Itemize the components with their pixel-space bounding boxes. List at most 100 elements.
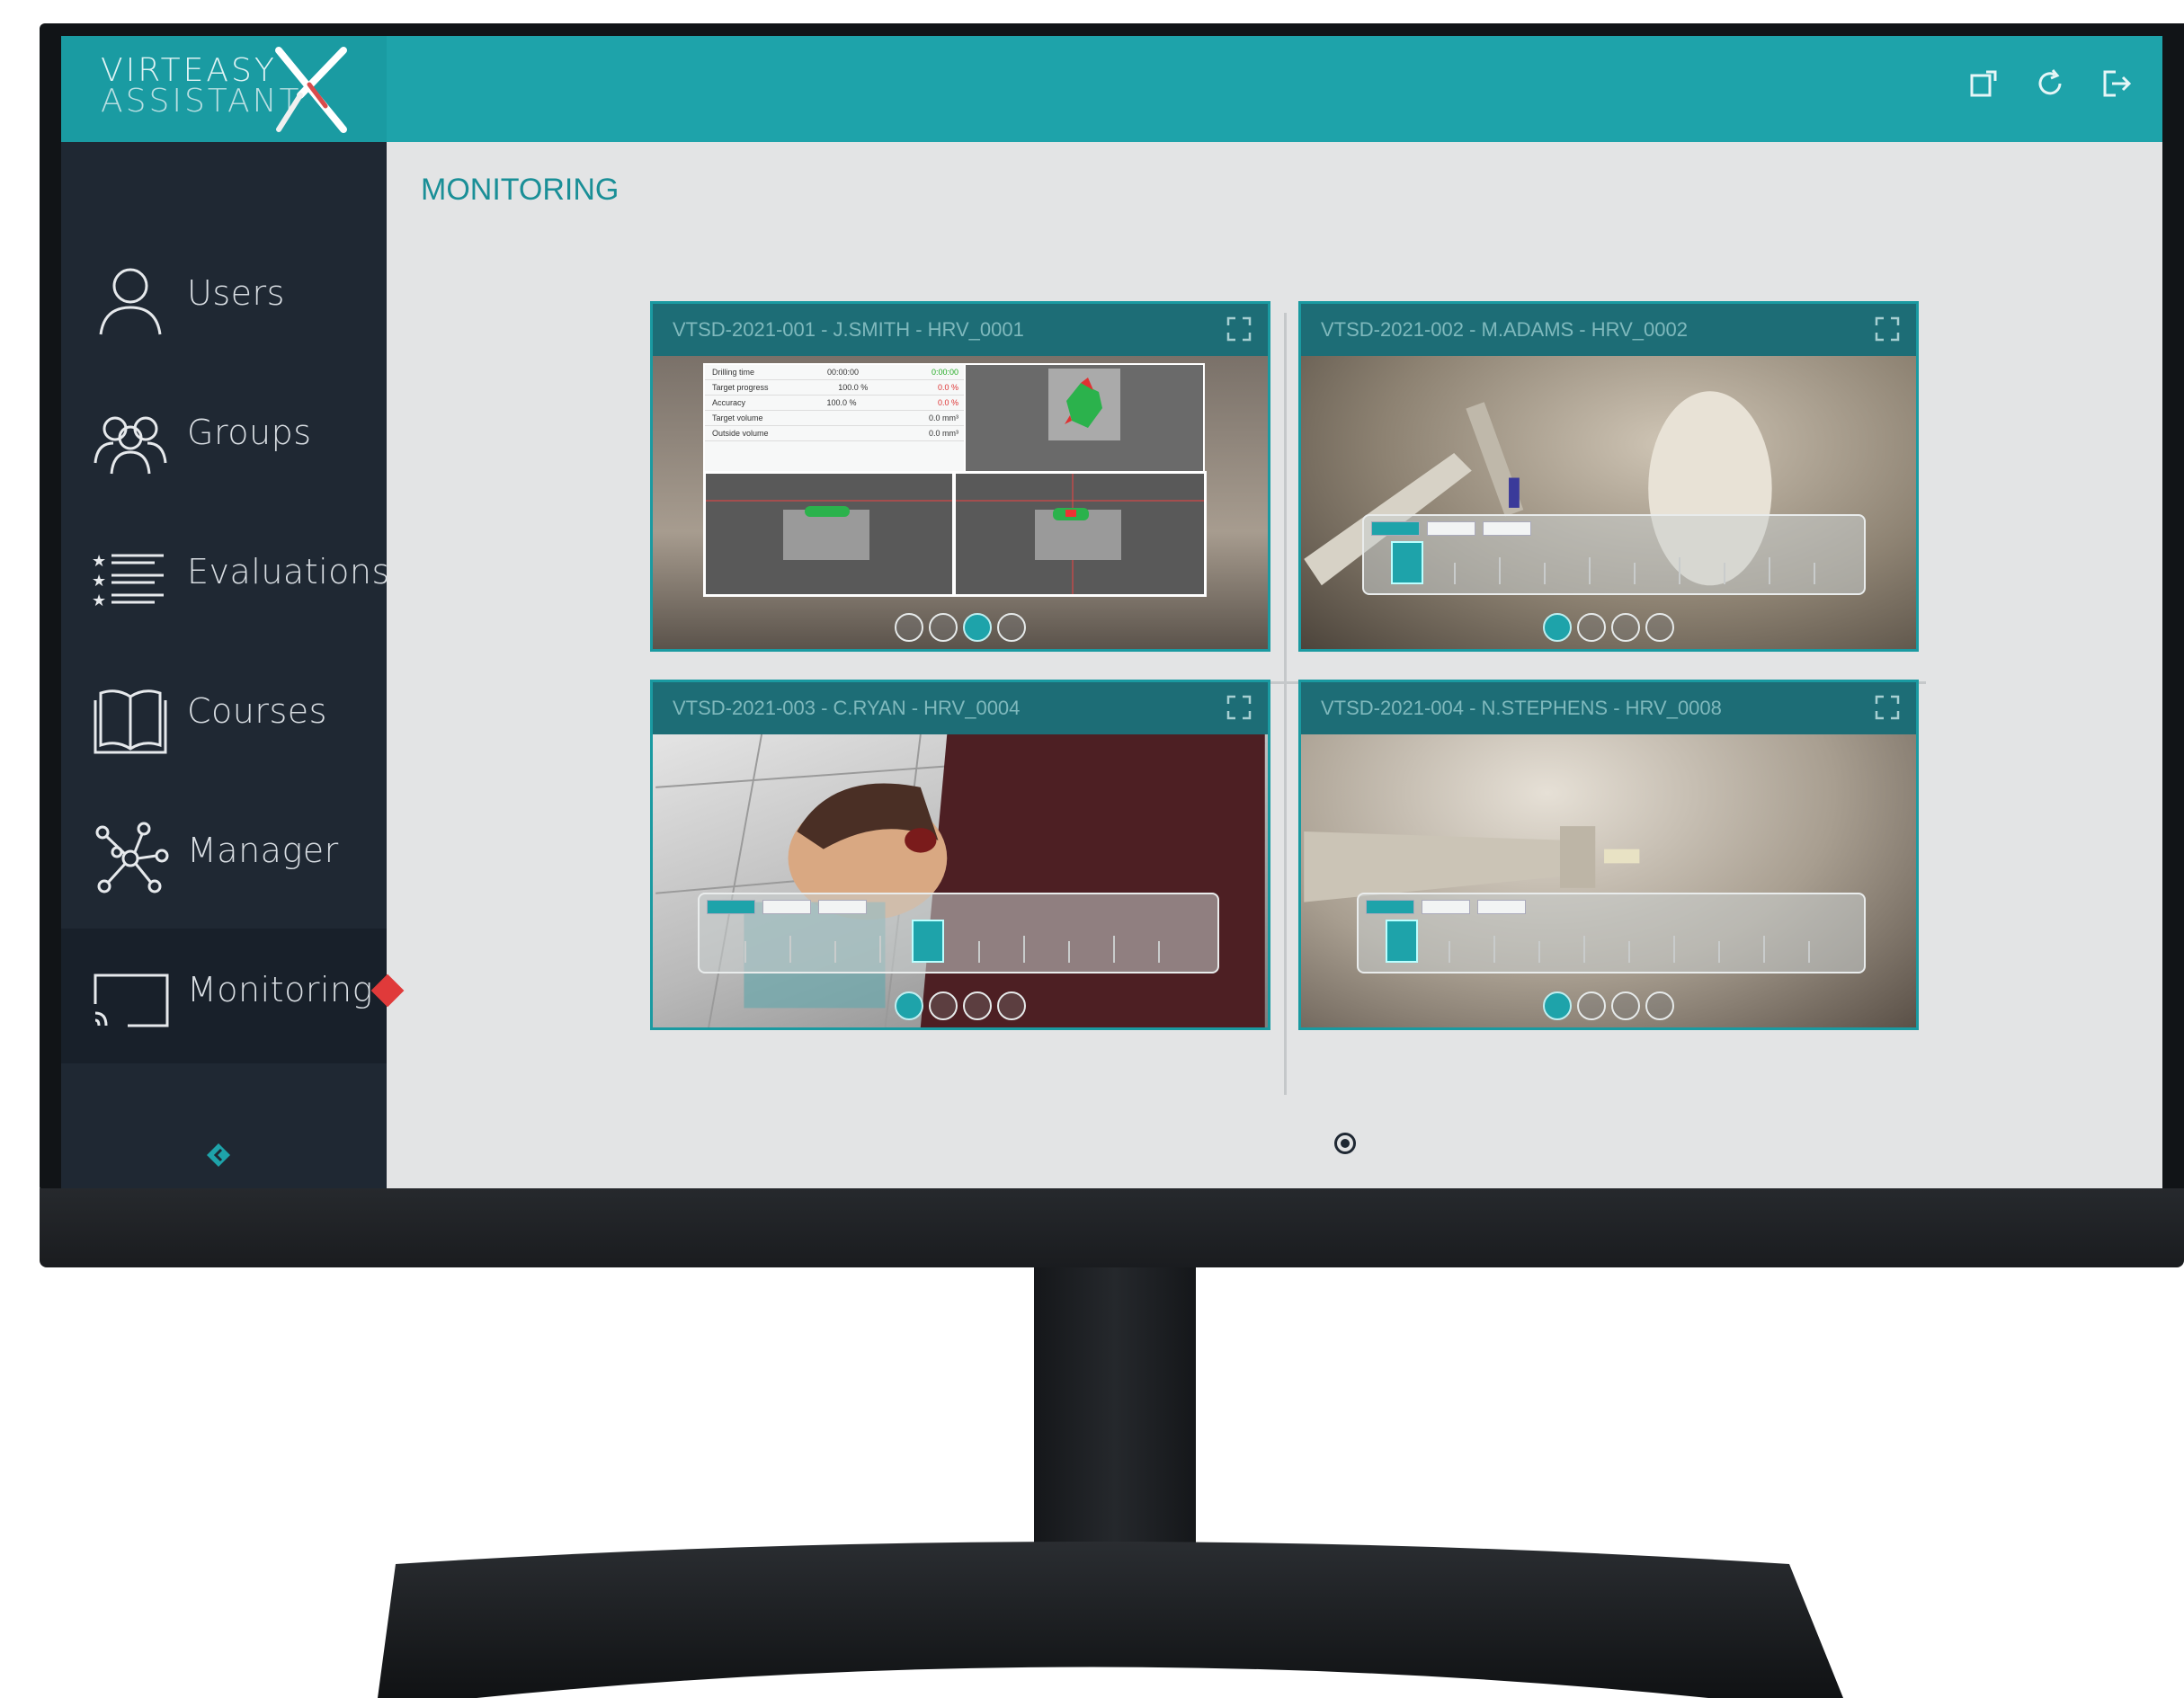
top-view-box	[964, 363, 1205, 473]
page-indicator[interactable]	[1334, 1133, 1356, 1154]
panel-toolbar	[1543, 991, 1674, 1020]
timeline-tab[interactable]	[707, 900, 755, 914]
timeline-track[interactable]	[709, 920, 1208, 963]
panel-title: VTSD-2021-002 - M.ADAMS - HRV_0002	[1321, 318, 1688, 341]
sidebar-item-monitoring[interactable]: Monitoring	[61, 929, 405, 1063]
timeline-tab[interactable]	[1483, 521, 1531, 536]
tool-settings-icon[interactable]	[1645, 991, 1674, 1020]
network-icon	[95, 822, 169, 893]
tool-settings-icon[interactable]	[1645, 613, 1674, 642]
sidebar-item-groups[interactable]: Groups	[61, 371, 387, 506]
session-view	[653, 734, 1268, 1027]
monitor-stand-base	[378, 1542, 1843, 1698]
panel-header: VTSD-2021-004 - N.STEPHENS - HRV_0008	[1301, 682, 1916, 734]
tool-view-icon[interactable]	[1577, 991, 1606, 1020]
panel-header: VTSD-2021-001 - J.SMITH - HRV_0001	[653, 304, 1268, 356]
sidebar-item-evaluations[interactable]: ★ ★ ★ Evaluations	[61, 511, 390, 645]
top-bar: VIRTEASY ASSISTANT	[61, 36, 2162, 142]
user-icon	[99, 268, 162, 335]
tool-view-icon[interactable]	[1577, 613, 1606, 642]
tool-drill-icon[interactable]	[895, 991, 923, 1020]
monitor-panel[interactable]: VTSD-2021-002 - M.ADAMS - HRV_0002	[1298, 301, 1919, 652]
sidebar-item-label: Users	[187, 273, 285, 313]
timeline-track[interactable]	[1373, 541, 1855, 584]
timeline[interactable]	[698, 893, 1219, 973]
timeline-tab[interactable]	[818, 900, 867, 914]
tool-drill-icon[interactable]	[1543, 991, 1572, 1020]
timeline-track[interactable]	[1368, 920, 1855, 963]
expand-icon[interactable]	[1875, 695, 1900, 720]
monitor-chin	[40, 1188, 2184, 1267]
timeline-tab[interactable]	[1422, 900, 1470, 914]
tool-settings-icon[interactable]	[997, 991, 1026, 1020]
svg-text:★: ★	[92, 591, 106, 609]
handpiece-scene	[1304, 826, 1640, 902]
logo-x-icon	[275, 47, 347, 133]
panel-header: VTSD-2021-002 - M.ADAMS - HRV_0002	[1301, 304, 1916, 356]
stats-row: Accuracy 100.0 % 0.0 %	[705, 396, 966, 411]
app-screen: VIRTEASY ASSISTANT Users Groups ★ ★ ★ Ev…	[61, 36, 2162, 1188]
front-view-box	[953, 471, 1207, 597]
sidebar-item-courses[interactable]: Courses	[61, 650, 387, 785]
timeline-tab[interactable]	[1366, 900, 1414, 914]
window-icon[interactable]	[1966, 67, 2001, 101]
expand-icon[interactable]	[1875, 316, 1900, 342]
timeline-cursor[interactable]	[912, 920, 944, 963]
monitor-panel[interactable]: VTSD-2021-001 - J.SMITH - HRV_0001 Drill…	[650, 301, 1270, 652]
timeline-tab[interactable]	[1371, 521, 1420, 536]
timeline-tab[interactable]	[1477, 900, 1526, 914]
star-list-icon: ★★★	[92, 552, 164, 609]
stats-row: Target volume 0.0 mm³	[705, 411, 966, 426]
timeline[interactable]	[1362, 514, 1866, 595]
side-view-box	[703, 471, 955, 597]
sidebar-item-users[interactable]: Users	[61, 232, 387, 367]
refresh-icon[interactable]	[2033, 67, 2067, 101]
tool-stats-icon[interactable]	[963, 991, 992, 1020]
timeline[interactable]	[1357, 893, 1866, 973]
panel-title: VTSD-2021-004 - N.STEPHENS - HRV_0008	[1321, 697, 1722, 719]
session-view: Drilling time 00:00:00 0:00:00 Target prog…	[653, 356, 1268, 649]
panel-toolbar	[1543, 613, 1674, 642]
tool-stats-icon[interactable]	[963, 613, 992, 642]
tool-stats-icon[interactable]	[1611, 613, 1640, 642]
stats-table: Drilling time 00:00:00 0:00:00 Target prog…	[703, 363, 967, 473]
monitor-panel[interactable]: VTSD-2021-004 - N.STEPHENS - HRV_0008	[1298, 680, 1919, 1030]
dental-scene	[1304, 391, 1772, 586]
session-view	[1301, 356, 1916, 649]
tool-drill-icon[interactable]	[1543, 613, 1572, 642]
svg-text:★: ★	[92, 552, 106, 570]
sidebar-item-label: Manager	[187, 831, 339, 870]
sidebar-item-manager[interactable]: Manager	[61, 789, 387, 924]
expand-icon[interactable]	[1226, 695, 1252, 720]
timeline-cursor[interactable]	[1386, 920, 1418, 963]
svg-text:★: ★	[92, 572, 106, 590]
stats-row: Target progress 100.0 % 0.0 %	[705, 380, 966, 396]
tool-stats-icon[interactable]	[1611, 991, 1640, 1020]
panel-toolbar	[895, 991, 1026, 1020]
tool-settings-icon[interactable]	[997, 613, 1026, 642]
expand-icon[interactable]	[1226, 316, 1252, 342]
logout-icon[interactable]	[2099, 67, 2134, 101]
timeline-cursor[interactable]	[1391, 541, 1423, 584]
group-icon	[94, 416, 167, 475]
logo-line1: VIRTEASY	[101, 52, 277, 89]
sidebar-item-label: Groups	[187, 413, 312, 452]
session-view	[1301, 734, 1916, 1027]
timeline-tab[interactable]	[762, 900, 811, 914]
panel-header: VTSD-2021-003 - C.RYAN - HRV_0004	[653, 682, 1268, 734]
tool-view-icon[interactable]	[929, 613, 958, 642]
chevron-left-icon[interactable]	[205, 1142, 232, 1169]
stats-row: Outside volume 0.0 mm³	[705, 426, 966, 441]
sidebar-item-label: Courses	[187, 691, 327, 731]
panel-title: VTSD-2021-003 - C.RYAN - HRV_0004	[673, 697, 1021, 719]
tool-view-icon[interactable]	[929, 991, 958, 1020]
panel-title: VTSD-2021-001 - J.SMITH - HRV_0001	[673, 318, 1024, 341]
monitor-panel[interactable]: VTSD-2021-003 - C.RYAN - HRV_0004	[650, 680, 1270, 1030]
logo[interactable]: VIRTEASY ASSISTANT	[61, 36, 387, 142]
timeline-tab[interactable]	[1427, 521, 1475, 536]
cast-screen-icon	[94, 973, 169, 1027]
logo-text: VIRTEASY ASSISTANT	[101, 52, 302, 118]
sidebar-item-label: Evaluations	[187, 552, 390, 591]
monitor-neck	[1034, 1267, 1196, 1555]
tool-drill-icon[interactable]	[895, 613, 923, 642]
